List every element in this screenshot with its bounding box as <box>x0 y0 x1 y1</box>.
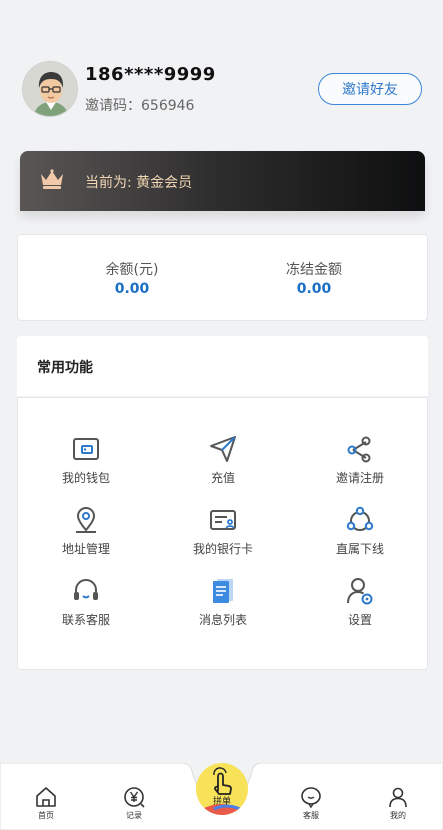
balance-value: 0.00 <box>114 281 150 297</box>
document-icon <box>213 579 233 603</box>
user-phone: 186****9999 <box>85 64 216 85</box>
avatar-illustration <box>23 62 77 116</box>
functions-grid: 我的钱包 充值 邀请注册 地址管理 我的银行卡 直属下线 联系客服 消息列表 设… <box>17 397 428 670</box>
functions-title: 常用功能 <box>37 360 93 376</box>
function-label: 地址管理 <box>61 542 110 556</box>
yen-record-icon <box>124 787 145 808</box>
function-direct-subordinates[interactable]: 直属下线 <box>300 504 420 557</box>
frozen-amount-label: 冻结金额 <box>286 262 342 278</box>
invite-friends-button[interactable]: 邀请好友 <box>318 73 422 105</box>
tab-home-label: 首页 <box>38 811 54 820</box>
function-label: 邀请注册 <box>335 471 384 485</box>
vip-level-label: 当前为: 黄金会员 <box>85 175 193 191</box>
tab-mine-label: 我的 <box>390 811 406 820</box>
functions-header: 常用功能 <box>17 336 428 396</box>
function-label: 充值 <box>210 471 235 485</box>
function-invite-register[interactable]: 邀请注册 <box>300 433 420 486</box>
balance-label: 余额(元) <box>105 262 159 278</box>
tab-mine[interactable]: 我的 <box>368 785 428 821</box>
crown-icon <box>41 169 63 189</box>
tab-home[interactable]: 首页 <box>16 785 76 821</box>
location-icon <box>76 507 96 533</box>
function-address-management[interactable]: 地址管理 <box>26 504 146 557</box>
bank-card-icon <box>210 510 236 530</box>
tab-service[interactable]: 客服 <box>281 785 341 821</box>
tab-records[interactable]: 记录 <box>104 785 164 821</box>
tab-service-label: 客服 <box>303 811 319 820</box>
function-contact-service[interactable]: 联系客服 <box>26 575 146 628</box>
home-icon <box>36 787 56 807</box>
function-bank-card[interactable]: 我的银行卡 <box>163 504 283 557</box>
frozen-amount-value: 0.00 <box>296 281 332 297</box>
wallet-icon <box>73 438 99 460</box>
invite-code: 邀请码：656946 <box>85 98 195 114</box>
tab-records-label: 记录 <box>126 811 142 820</box>
chat-icon <box>301 787 321 809</box>
balance-card: 余额(元) 0.00 冻结金额 0.00 <box>17 234 428 321</box>
function-label: 我的钱包 <box>61 471 110 485</box>
function-wallet[interactable]: 我的钱包 <box>26 433 146 486</box>
balance-item: 余额(元) 0.00 <box>62 259 202 297</box>
headset-icon <box>74 579 98 600</box>
function-settings[interactable]: 设置 <box>300 575 420 628</box>
function-recharge[interactable]: 充值 <box>163 433 283 486</box>
function-label: 设置 <box>347 613 372 627</box>
frozen-amount-item: 冻结金额 0.00 <box>244 259 384 297</box>
function-label: 联系客服 <box>61 613 110 627</box>
tap-hand-icon <box>202 767 242 815</box>
user-icon <box>389 787 407 808</box>
profile-header: 186****9999 邀请码：656946 邀请好友 <box>0 0 443 150</box>
function-label: 直属下线 <box>335 542 384 556</box>
function-label: 消息列表 <box>198 613 247 627</box>
group-order-button[interactable]: 拼单 <box>196 763 248 815</box>
function-message-list[interactable]: 消息列表 <box>163 575 283 628</box>
share-icon <box>347 436 371 463</box>
send-icon <box>210 436 236 462</box>
user-settings-icon <box>347 578 373 605</box>
network-icon <box>346 506 374 531</box>
avatar[interactable] <box>22 61 78 117</box>
vip-level-card: 当前为: 黄金会员 <box>20 151 425 211</box>
function-label: 我的银行卡 <box>192 542 253 556</box>
group-order-label: 拼单 <box>212 797 231 807</box>
